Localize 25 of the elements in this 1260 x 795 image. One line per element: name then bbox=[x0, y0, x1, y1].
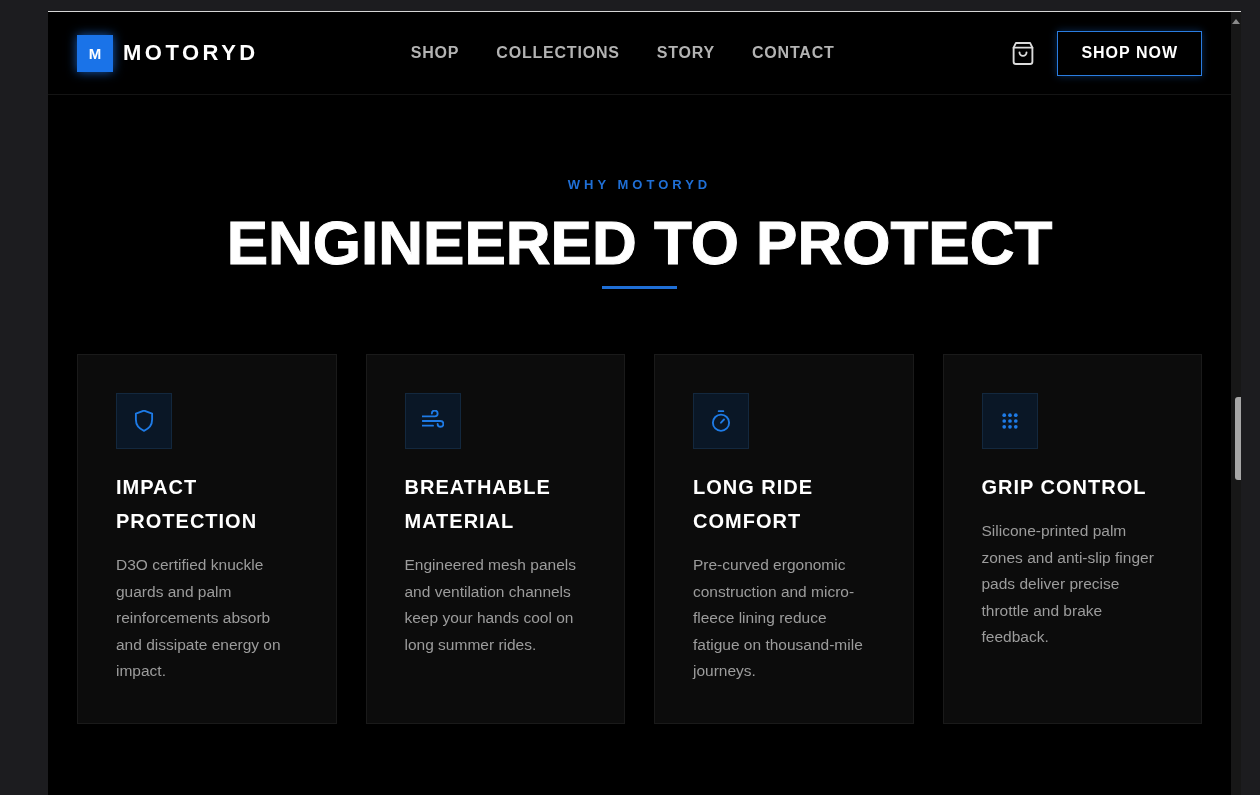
nav-link[interactable]: CONTACT bbox=[752, 44, 835, 62]
nav-link[interactable]: STORY bbox=[656, 44, 715, 62]
card-title: BREATHABLE MATERIAL bbox=[404, 475, 552, 534]
brand-name[interactable]: MOTORYD bbox=[123, 40, 259, 66]
nav-link[interactable]: SHOP bbox=[410, 44, 460, 62]
shopping-bag-icon[interactable] bbox=[1012, 41, 1035, 65]
card-title: IMPACT PROTECTION bbox=[116, 475, 259, 534]
dot-grid-icon bbox=[981, 393, 1038, 449]
card-title: LONG RIDE COMFORT bbox=[693, 475, 815, 534]
card-description: Engineered mesh panels and ventilation channels keep your hands cool on long summer rides. bbox=[404, 555, 577, 655]
logo-mark[interactable]: M bbox=[77, 34, 113, 72]
wind-icon bbox=[404, 393, 461, 449]
section-title: ENGINEERED TO PROTECT bbox=[226, 207, 1053, 279]
shop-now-button[interactable]: SHOP NOW bbox=[1057, 30, 1202, 76]
scrollbar-thumb[interactable] bbox=[1235, 397, 1241, 480]
scroll-up-icon[interactable] bbox=[1232, 19, 1240, 24]
nav-link[interactable]: COLLECTIONS bbox=[496, 44, 620, 62]
scrollbar-track[interactable] bbox=[1231, 12, 1241, 795]
card-description: Silicone-printed palm zones and anti-slip finger pads deliver precise throttle and brake feedback. bbox=[981, 521, 1155, 647]
card-title: GRIP CONTROL bbox=[981, 475, 1148, 500]
card-description: Pre-curved ergonomic construction and micro-fleece lining reduce fatigue on thousand-mile journeys. bbox=[693, 555, 864, 681]
card-description: D3O certified knuckle guards and palm reinforcements absorb and dissipate energy on impact. bbox=[116, 555, 282, 681]
shield-icon bbox=[116, 393, 172, 449]
section-eyebrow: WHY MOTORYD bbox=[567, 177, 712, 193]
stopwatch-icon bbox=[693, 393, 749, 449]
